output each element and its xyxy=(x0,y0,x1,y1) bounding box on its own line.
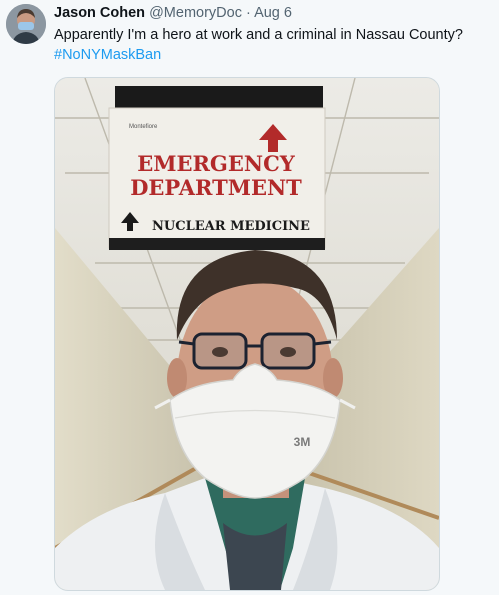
avatar-image xyxy=(6,4,46,44)
separator-dot: · xyxy=(245,5,251,21)
mask-brand: 3M xyxy=(294,435,311,449)
tweet: Jason Cohen @MemoryDoc · Aug 6 Apparentl… xyxy=(0,0,499,595)
tweet-text: Apparently I'm a hero at work and a crim… xyxy=(54,25,493,65)
sign-line-1: EMERGENCY xyxy=(137,151,296,176)
sign-small-text: Montefiore xyxy=(129,124,158,130)
emergency-sign: Montefiore EMERGENCY DEPARTMENT NUCLEAR … xyxy=(108,107,326,250)
tweet-header: Jason Cohen @MemoryDoc · Aug 6 xyxy=(54,4,491,22)
selfie-photo: Montefiore EMERGENCY DEPARTMENT NUCLEAR … xyxy=(55,78,439,590)
tweet-photo[interactable]: Montefiore EMERGENCY DEPARTMENT NUCLEAR … xyxy=(54,77,440,591)
sign-line-2: DEPARTMENT xyxy=(130,175,302,200)
sign-mount xyxy=(115,86,323,110)
avatar[interactable] xyxy=(6,4,46,44)
author-handle[interactable]: @MemoryDoc xyxy=(149,5,242,21)
author-name[interactable]: Jason Cohen xyxy=(54,5,145,21)
tweet-date[interactable]: Aug 6 xyxy=(254,5,292,21)
sign-line-3: NUCLEAR MEDICINE xyxy=(152,219,310,234)
tweet-body: Apparently I'm a hero at work and a crim… xyxy=(54,27,463,43)
hashtag-link[interactable]: #NoNYMaskBan xyxy=(54,45,493,65)
